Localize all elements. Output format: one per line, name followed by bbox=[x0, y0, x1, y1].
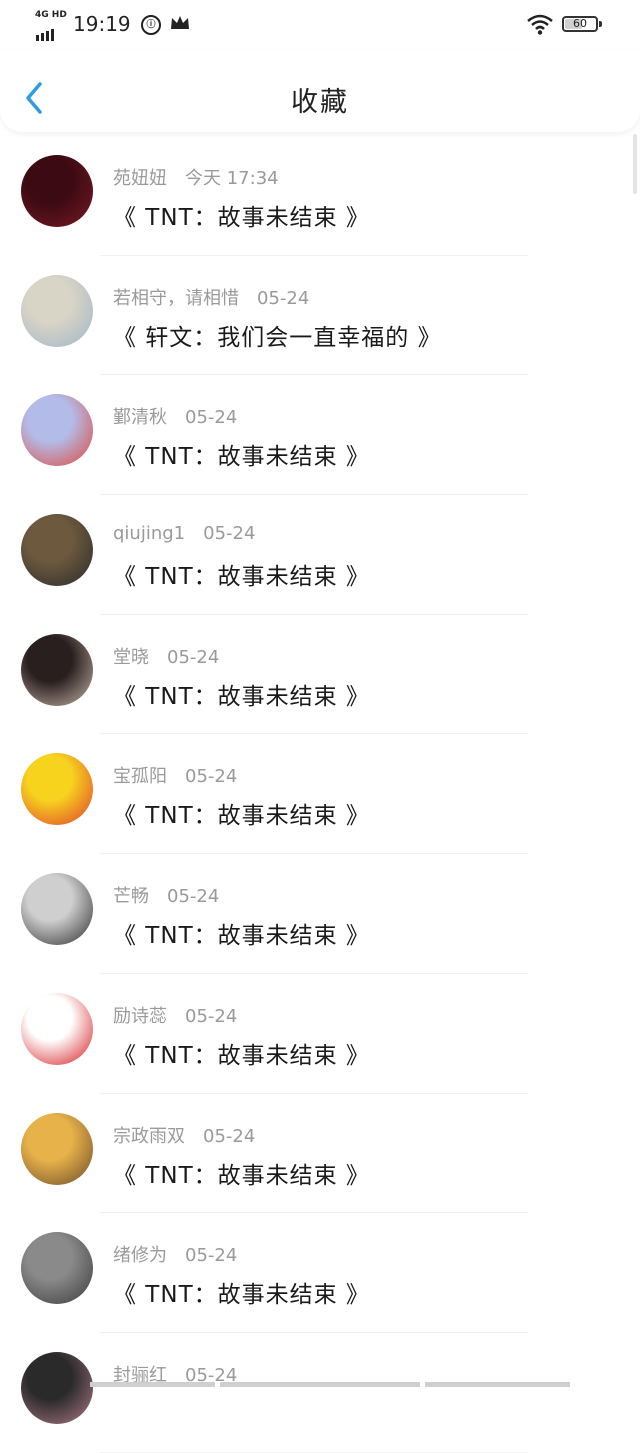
timestamp: 今天 17:34 bbox=[185, 168, 279, 189]
author-name: 宝孤阳 bbox=[113, 766, 167, 788]
avatar[interactable] bbox=[21, 873, 93, 946]
story-title[interactable]: 《 TNT：故事未结束 》 bbox=[113, 437, 370, 471]
list-item[interactable]: 宝孤阳 05-24 《 TNT：故事未结束 》 bbox=[0, 734, 640, 855]
avatar[interactable] bbox=[21, 1351, 93, 1424]
avatar[interactable] bbox=[21, 1232, 93, 1305]
battery-icon: 60 bbox=[562, 16, 598, 32]
list-item[interactable]: 堂晓 05-24 《 TNT：故事未结束 》 bbox=[0, 615, 640, 735]
divider bbox=[100, 1451, 528, 1453]
list-item[interactable]: 绪修为 05-24 《 TNT：故事未结束 》 bbox=[0, 1213, 640, 1333]
signal-icon bbox=[36, 22, 56, 41]
timestamp: 05-24 bbox=[167, 646, 220, 668]
item-meta: 苑妞妞 今天 17:34 bbox=[113, 164, 279, 190]
avatar[interactable] bbox=[21, 633, 93, 706]
avatar[interactable] bbox=[21, 514, 93, 587]
timestamp: 05-24 bbox=[167, 886, 220, 908]
story-title[interactable]: 《 轩文：我们会一直幸福的 》 bbox=[113, 318, 442, 352]
author-name: 励诗蕊 bbox=[113, 1005, 167, 1027]
timestamp: 05-24 bbox=[257, 287, 310, 309]
item-meta: 芒畅 05-24 bbox=[113, 882, 219, 908]
timestamp: 05-24 bbox=[185, 407, 238, 429]
network-indicator: 4G HD bbox=[35, 10, 67, 20]
story-title[interactable]: 《 TNT：故事未结束 》 bbox=[113, 1156, 370, 1190]
item-meta: 鄞清秋 05-24 bbox=[113, 403, 237, 429]
list-item[interactable]: 苑妞妞 今天 17:34 《 TNT：故事未结束 》 bbox=[0, 136, 640, 256]
item-meta: 若相守，请相惜 05-24 bbox=[113, 284, 309, 310]
item-meta: qiujing1 05-24 bbox=[113, 523, 255, 544]
timestamp: 05-24 bbox=[203, 523, 256, 545]
story-title[interactable]: 《 TNT：故事未结束 》 bbox=[113, 916, 370, 950]
list-item[interactable]: 芒畅 05-24 《 TNT：故事未结束 》 bbox=[0, 854, 640, 974]
avatar[interactable] bbox=[21, 992, 93, 1065]
story-title[interactable]: 《 TNT：故事未结束 》 bbox=[113, 557, 370, 591]
clock: 19:19 bbox=[73, 12, 131, 36]
list-item[interactable]: 鄞清秋 05-24 《 TNT：故事未结束 》 bbox=[0, 375, 640, 496]
bottom-progress-strip bbox=[0, 1382, 640, 1387]
item-meta: 堂晓 05-24 bbox=[113, 643, 219, 669]
author-name: 若相守，请相惜 bbox=[113, 287, 239, 309]
item-meta: 绪修为 05-24 bbox=[113, 1241, 237, 1267]
story-title[interactable]: 《 TNT：故事未结束 》 bbox=[113, 1036, 370, 1070]
timestamp: 05-24 bbox=[185, 1005, 238, 1027]
crown-icon bbox=[171, 16, 189, 29]
list-item[interactable]: qiujing1 05-24 《 TNT：故事未结束 》 bbox=[0, 495, 640, 615]
author-name: qiujing1 bbox=[113, 523, 186, 545]
timestamp: 05-24 bbox=[185, 766, 238, 788]
page-title: 收藏 bbox=[291, 87, 349, 118]
story-title[interactable]: 《 TNT：故事未结束 》 bbox=[113, 198, 370, 232]
item-meta: 宗政雨双 05-24 bbox=[113, 1122, 255, 1148]
scrollbar[interactable] bbox=[633, 134, 637, 194]
story-title[interactable]: 《 TNT：故事未结束 》 bbox=[113, 796, 370, 830]
avatar[interactable] bbox=[21, 1112, 93, 1185]
author-name: 芒畅 bbox=[113, 886, 149, 908]
timestamp: 05-24 bbox=[185, 1245, 238, 1267]
avatar[interactable] bbox=[21, 274, 93, 347]
author-name: 苑妞妞 bbox=[113, 168, 167, 189]
author-name: 绪修为 bbox=[113, 1245, 167, 1267]
battery-tip bbox=[599, 21, 602, 27]
list-item[interactable]: 励诗蕊 05-24 《 TNT：故事未结束 》 bbox=[0, 974, 640, 1094]
avatar[interactable] bbox=[21, 155, 93, 227]
item-meta: 宝孤阳 05-24 bbox=[113, 762, 237, 788]
author-name: 鄞清秋 bbox=[113, 407, 167, 429]
list-item[interactable]: 宗政雨双 05-24 《 TNT：故事未结束 》 bbox=[0, 1094, 640, 1214]
timestamp: 05-24 bbox=[203, 1125, 256, 1147]
item-meta: 励诗蕊 05-24 bbox=[113, 1002, 237, 1028]
favorites-list: 苑妞妞 今天 17:34 《 TNT：故事未结束 》若相守，请相惜 05-24 《 轩文… bbox=[0, 136, 640, 1453]
author-name: 堂晓 bbox=[113, 646, 149, 668]
list-item[interactable]: 封骊红 05-24 bbox=[0, 1333, 640, 1453]
avatar[interactable] bbox=[21, 753, 93, 826]
wifi-icon bbox=[527, 14, 553, 35]
notification-circle-icon: ⓘ bbox=[141, 15, 161, 35]
battery-level: 60 bbox=[573, 17, 587, 30]
status-bar: 4G HD 19:19 ⓘ 60 bbox=[0, 0, 640, 50]
list-item[interactable]: 若相守，请相惜 05-24 《 轩文：我们会一直幸福的 》 bbox=[0, 256, 640, 376]
story-title[interactable]: 《 TNT：故事未结束 》 bbox=[113, 1275, 370, 1309]
avatar[interactable] bbox=[21, 394, 93, 467]
author-name: 宗政雨双 bbox=[113, 1125, 185, 1147]
header: 收藏 bbox=[0, 50, 640, 132]
story-title[interactable]: 《 TNT：故事未结束 》 bbox=[113, 677, 370, 711]
